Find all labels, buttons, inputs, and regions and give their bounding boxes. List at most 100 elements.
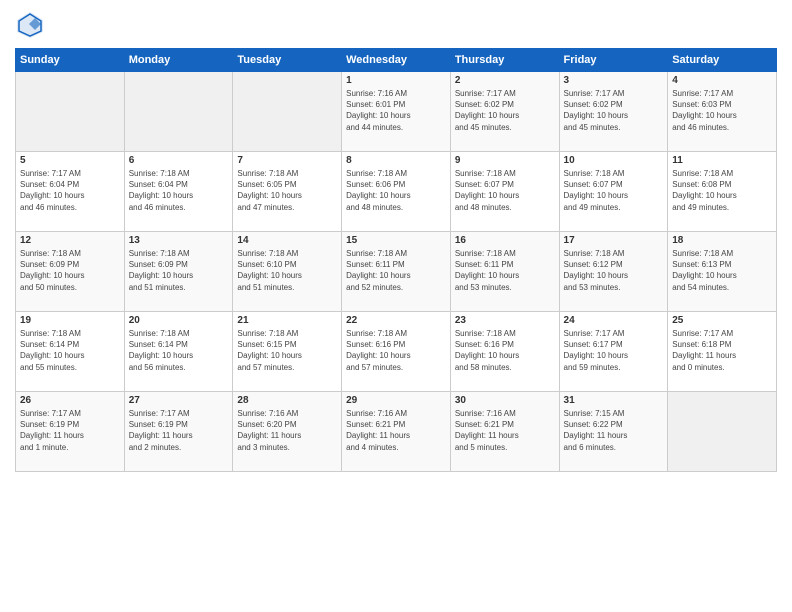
header-cell-sunday: Sunday (16, 49, 125, 72)
day-number: 26 (20, 395, 120, 406)
cell-content: Sunrise: 7:17 AM Sunset: 6:19 PM Dayligh… (20, 408, 120, 453)
week-row-1: 1 Sunrise: 7:16 AM Sunset: 6:01 PM Daylig… (16, 72, 777, 152)
cell-content: Sunrise: 7:17 AM Sunset: 6:17 PM Dayligh… (564, 328, 664, 373)
cell-content: Sunrise: 7:18 AM Sunset: 6:14 PM Dayligh… (129, 328, 229, 373)
calendar-cell: 8 Sunrise: 7:18 AM Sunset: 6:06 PM Daylig… (342, 152, 451, 232)
calendar-cell: 24 Sunrise: 7:17 AM Sunset: 6:17 PM Dayli… (559, 312, 668, 392)
calendar-cell: 7Sunrise: 7:18 AM Sunset: 6:05 PM Daylig… (233, 152, 342, 232)
calendar-cell: 4 Sunrise: 7:17 AM Sunset: 6:03 PM Daylig… (668, 72, 777, 152)
cell-content: Sunrise: 7:18 AM Sunset: 6:10 PM Dayligh… (237, 248, 337, 293)
logo (15, 10, 49, 40)
day-number: 12 (20, 235, 120, 246)
day-number: 18 (672, 235, 772, 246)
logo-icon (15, 10, 45, 40)
calendar-cell: 30 Sunrise: 7:16 AM Sunset: 6:21 PM Dayli… (450, 392, 559, 472)
calendar-cell: 9 Sunrise: 7:18 AM Sunset: 6:07 PM Daylig… (450, 152, 559, 232)
cell-content: Sunrise: 7:16 AM Sunset: 6:21 PM Dayligh… (346, 408, 446, 453)
day-number: 27 (129, 395, 229, 406)
cell-content: Sunrise: 7:17 AM Sunset: 6:18 PM Dayligh… (672, 328, 772, 373)
calendar-cell (668, 392, 777, 472)
calendar-cell: 21 Sunrise: 7:18 AM Sunset: 6:15 PM Dayli… (233, 312, 342, 392)
calendar-cell: 5Sunrise: 7:17 AM Sunset: 6:04 PM Daylig… (16, 152, 125, 232)
cell-content: Sunrise: 7:16 AM Sunset: 6:20 PM Dayligh… (237, 408, 337, 453)
day-number: 19 (20, 315, 120, 326)
day-number: 20 (129, 315, 229, 326)
calendar-cell: 6 Sunrise: 7:18 AM Sunset: 6:04 PM Daylig… (124, 152, 233, 232)
day-number: 5 (20, 155, 120, 166)
calendar-cell: 18 Sunrise: 7:18 AM Sunset: 6:13 PM Dayli… (668, 232, 777, 312)
day-number: 16 (455, 235, 555, 246)
calendar-cell (124, 72, 233, 152)
cell-content: Sunrise: 7:18 AM Sunset: 6:08 PM Dayligh… (672, 168, 772, 213)
calendar-cell: 15 Sunrise: 7:18 AM Sunset: 6:11 PM Dayli… (342, 232, 451, 312)
header-cell-monday: Monday (124, 49, 233, 72)
calendar-cell: 27 Sunrise: 7:17 AM Sunset: 6:19 PM Dayli… (124, 392, 233, 472)
cell-content: Sunrise: 7:18 AM Sunset: 6:09 PM Dayligh… (129, 248, 229, 293)
header (15, 10, 777, 40)
calendar-cell: 26 Sunrise: 7:17 AM Sunset: 6:19 PM Dayli… (16, 392, 125, 472)
day-number: 30 (455, 395, 555, 406)
cell-content: Sunrise: 7:18 AM Sunset: 6:05 PM Dayligh… (237, 168, 337, 213)
week-row-5: 26 Sunrise: 7:17 AM Sunset: 6:19 PM Dayli… (16, 392, 777, 472)
cell-content: Sunrise: 7:18 AM Sunset: 6:12 PM Dayligh… (564, 248, 664, 293)
cell-content: Sunrise: 7:16 AM Sunset: 6:01 PM Dayligh… (346, 88, 446, 133)
day-number: 11 (672, 155, 772, 166)
calendar-cell: 13 Sunrise: 7:18 AM Sunset: 6:09 PM Dayli… (124, 232, 233, 312)
day-number: 31 (564, 395, 664, 406)
calendar-page: SundayMondayTuesdayWednesdayThursdayFrid… (0, 0, 792, 612)
cell-content: Sunrise: 7:18 AM Sunset: 6:16 PM Dayligh… (455, 328, 555, 373)
day-number: 25 (672, 315, 772, 326)
cell-content: Sunrise: 7:16 AM Sunset: 6:21 PM Dayligh… (455, 408, 555, 453)
day-number: 22 (346, 315, 446, 326)
week-row-3: 12 Sunrise: 7:18 AM Sunset: 6:09 PM Dayli… (16, 232, 777, 312)
calendar-cell: 31 Sunrise: 7:15 AM Sunset: 6:22 PM Dayli… (559, 392, 668, 472)
cell-content: Sunrise: 7:17 AM Sunset: 6:02 PM Dayligh… (564, 88, 664, 133)
calendar-cell: 12 Sunrise: 7:18 AM Sunset: 6:09 PM Dayli… (16, 232, 125, 312)
cell-content: Sunrise: 7:17 AM Sunset: 6:03 PM Dayligh… (672, 88, 772, 133)
day-number: 13 (129, 235, 229, 246)
cell-content: Sunrise: 7:15 AM Sunset: 6:22 PM Dayligh… (564, 408, 664, 453)
cell-content: Sunrise: 7:18 AM Sunset: 6:09 PM Dayligh… (20, 248, 120, 293)
header-cell-tuesday: Tuesday (233, 49, 342, 72)
week-row-4: 19 Sunrise: 7:18 AM Sunset: 6:14 PM Dayli… (16, 312, 777, 392)
cell-content: Sunrise: 7:17 AM Sunset: 6:19 PM Dayligh… (129, 408, 229, 453)
calendar-cell: 14 Sunrise: 7:18 AM Sunset: 6:10 PM Dayli… (233, 232, 342, 312)
cell-content: Sunrise: 7:18 AM Sunset: 6:07 PM Dayligh… (455, 168, 555, 213)
calendar-cell: 2 Sunrise: 7:17 AM Sunset: 6:02 PM Daylig… (450, 72, 559, 152)
calendar-cell: 19 Sunrise: 7:18 AM Sunset: 6:14 PM Dayli… (16, 312, 125, 392)
day-number: 2 (455, 75, 555, 86)
day-number: 8 (346, 155, 446, 166)
day-number: 17 (564, 235, 664, 246)
calendar-cell: 22 Sunrise: 7:18 AM Sunset: 6:16 PM Dayli… (342, 312, 451, 392)
day-number: 6 (129, 155, 229, 166)
calendar-cell: 3Sunrise: 7:17 AM Sunset: 6:02 PM Daylig… (559, 72, 668, 152)
calendar-cell: 28Sunrise: 7:16 AM Sunset: 6:20 PM Dayli… (233, 392, 342, 472)
day-number: 15 (346, 235, 446, 246)
cell-content: Sunrise: 7:18 AM Sunset: 6:11 PM Dayligh… (455, 248, 555, 293)
cell-content: Sunrise: 7:18 AM Sunset: 6:13 PM Dayligh… (672, 248, 772, 293)
cell-content: Sunrise: 7:17 AM Sunset: 6:02 PM Dayligh… (455, 88, 555, 133)
calendar-cell (16, 72, 125, 152)
cell-content: Sunrise: 7:18 AM Sunset: 6:04 PM Dayligh… (129, 168, 229, 213)
day-number: 23 (455, 315, 555, 326)
day-number: 21 (237, 315, 337, 326)
cell-content: Sunrise: 7:18 AM Sunset: 6:06 PM Dayligh… (346, 168, 446, 213)
calendar-cell: 20 Sunrise: 7:18 AM Sunset: 6:14 PM Dayli… (124, 312, 233, 392)
day-number: 9 (455, 155, 555, 166)
calendar-cell: 29Sunrise: 7:16 AM Sunset: 6:21 PM Dayli… (342, 392, 451, 472)
cell-content: Sunrise: 7:18 AM Sunset: 6:11 PM Dayligh… (346, 248, 446, 293)
calendar-cell: 17 Sunrise: 7:18 AM Sunset: 6:12 PM Dayli… (559, 232, 668, 312)
cell-content: Sunrise: 7:18 AM Sunset: 6:16 PM Dayligh… (346, 328, 446, 373)
header-cell-saturday: Saturday (668, 49, 777, 72)
day-number: 4 (672, 75, 772, 86)
day-number: 14 (237, 235, 337, 246)
calendar-table: SundayMondayTuesdayWednesdayThursdayFrid… (15, 48, 777, 472)
header-row: SundayMondayTuesdayWednesdayThursdayFrid… (16, 49, 777, 72)
calendar-cell: 23 Sunrise: 7:18 AM Sunset: 6:16 PM Dayli… (450, 312, 559, 392)
day-number: 24 (564, 315, 664, 326)
week-row-2: 5Sunrise: 7:17 AM Sunset: 6:04 PM Daylig… (16, 152, 777, 232)
calendar-cell: 10Sunrise: 7:18 AM Sunset: 6:07 PM Dayli… (559, 152, 668, 232)
cell-content: Sunrise: 7:18 AM Sunset: 6:14 PM Dayligh… (20, 328, 120, 373)
cell-content: Sunrise: 7:18 AM Sunset: 6:15 PM Dayligh… (237, 328, 337, 373)
day-number: 1 (346, 75, 446, 86)
